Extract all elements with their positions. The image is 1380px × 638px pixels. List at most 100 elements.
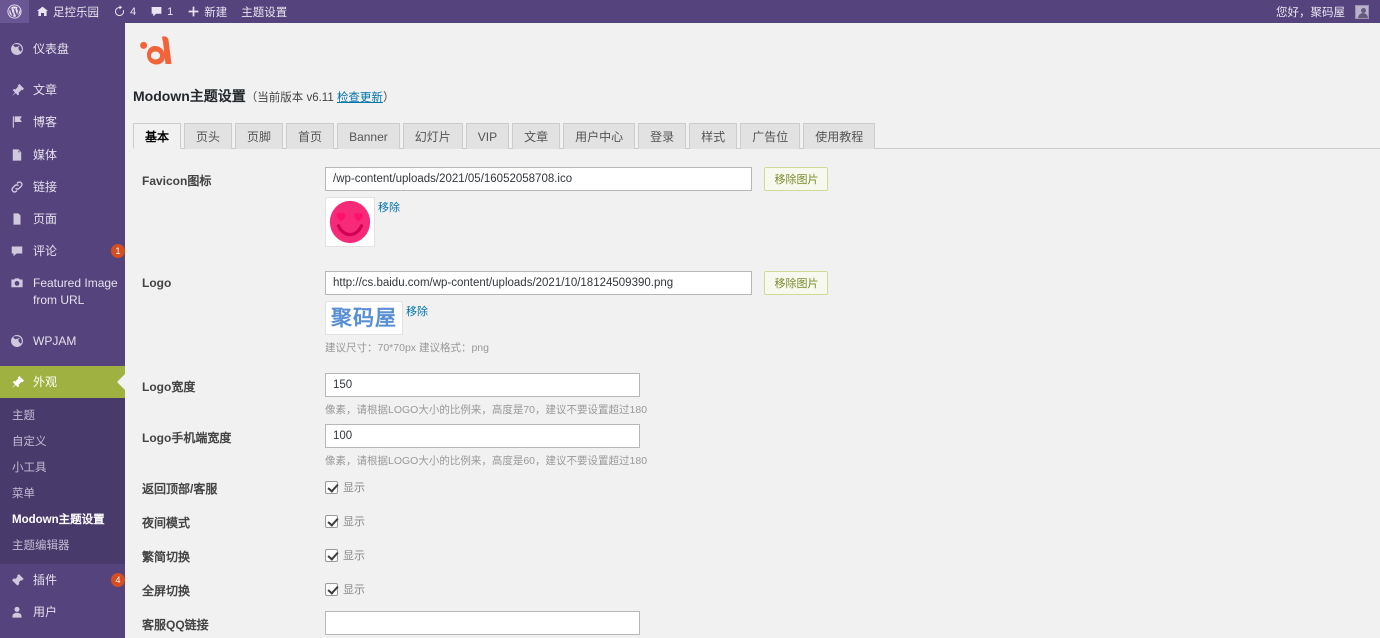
check-update-link[interactable]: 检查更新 — [337, 92, 383, 104]
tab-homepage[interactable]: 首页 — [286, 123, 335, 149]
sidebar-item-tools[interactable]: 工具 — [0, 628, 125, 638]
back-to-top-checkbox-label: 显示 — [343, 482, 365, 494]
tab-tutorial[interactable]: 使用教程 — [803, 123, 876, 149]
submenu-item-customize[interactable]: 自定义 — [0, 428, 125, 454]
plugin-icon — [9, 573, 25, 587]
wpjam-icon — [9, 334, 25, 348]
back-to-top-field: 显示 — [325, 475, 1380, 495]
tab-post[interactable]: 文章 — [512, 123, 561, 149]
plus-icon — [187, 5, 200, 18]
sidebar-item-label: 文章 — [33, 83, 58, 98]
logo-remove-image-button[interactable]: 移除图片 — [764, 271, 829, 295]
form-row-favicon: Favicon图标 移除图片 移除 — [125, 167, 1380, 271]
modown-brand-logo — [125, 23, 1380, 74]
back-to-top-checkbox[interactable] — [325, 480, 338, 494]
tab-login[interactable]: 登录 — [638, 123, 687, 149]
main-content: Modown主题设置（当前版本 v6.11 检查更新） 基本 页头 页脚 首页 … — [125, 23, 1380, 638]
night-mode-field: 显示 — [325, 509, 1380, 529]
my-account-menu[interactable]: 您好，聚码屋 — [1269, 0, 1376, 23]
tab-style[interactable]: 样式 — [689, 123, 738, 149]
logo-remove-link[interactable]: 移除 — [406, 303, 428, 319]
favicon-input[interactable] — [325, 167, 752, 191]
tab-footer[interactable]: 页脚 — [235, 123, 284, 149]
logo-field: 移除图片 聚码屋 移除 建议尺寸：70*70px 建议格式：png — [325, 271, 1380, 355]
sidebar-item-label: 页面 — [33, 211, 58, 226]
form-row-fullscreen-toggle: 全屏切换 显示 — [125, 577, 1380, 611]
page-icon — [9, 212, 25, 226]
tab-basic[interactable]: 基本 — [133, 123, 182, 149]
sidebar-item-blog[interactable]: 博客 — [0, 106, 125, 138]
logo-input[interactable] — [325, 271, 752, 295]
logo-preview-text: 聚码屋 — [331, 305, 397, 330]
sidebar-item-wpjam[interactable]: WPJAM — [0, 325, 125, 357]
form-row-back-to-top: 返回顶部/客服 显示 — [125, 475, 1380, 509]
logo-width-input[interactable] — [325, 373, 640, 397]
fullscreen-toggle-checkbox-row[interactable]: 显示 — [325, 577, 1380, 597]
comments-menu[interactable]: 1 — [143, 0, 180, 23]
favicon-preview — [325, 197, 375, 247]
night-mode-checkbox-row[interactable]: 显示 — [325, 509, 1380, 529]
sidebar-item-label: 媒体 — [33, 147, 58, 162]
logo-mobile-width-input[interactable] — [325, 424, 640, 448]
submenu-item-widgets[interactable]: 小工具 — [0, 454, 125, 480]
favicon-remove-image-button[interactable]: 移除图片 — [764, 167, 829, 191]
tab-banner[interactable]: Banner — [337, 123, 400, 149]
fullscreen-toggle-checkbox[interactable] — [325, 582, 338, 596]
camera-icon — [9, 276, 25, 290]
version-info: （当前版本 v6.11 检查更新） — [246, 92, 395, 104]
submenu-item-theme-editor[interactable]: 主题编辑器 — [0, 532, 125, 558]
favicon-label: Favicon图标 — [142, 174, 212, 188]
submenu-item-menus[interactable]: 菜单 — [0, 480, 125, 506]
greeting-label: 您好，聚码屋 — [1276, 6, 1345, 19]
traditional-simplified-checkbox-row[interactable]: 显示 — [325, 543, 1380, 563]
tab-slider[interactable]: 幻灯片 — [402, 123, 463, 149]
favicon-remove-link[interactable]: 移除 — [378, 199, 400, 215]
site-name-menu[interactable]: 足控乐园 — [29, 0, 106, 23]
night-mode-checkbox[interactable] — [325, 514, 338, 528]
flag-icon — [9, 115, 25, 129]
comment-bubble-icon — [150, 5, 163, 18]
link-icon — [9, 180, 25, 194]
theme-settings-menu[interactable]: 主题设置 — [234, 0, 294, 23]
submenu-item-modown-settings[interactable]: Modown主题设置 — [0, 506, 125, 532]
sidebar-item-label: 外观 — [33, 374, 58, 389]
tab-ad-slot[interactable]: 广告位 — [740, 123, 801, 149]
sidebar-item-users[interactable]: 用户 — [0, 596, 125, 628]
sidebar-item-label: 评论 — [33, 244, 58, 259]
back-to-top-checkbox-row[interactable]: 显示 — [325, 475, 1380, 495]
new-content-label: 新建 — [204, 6, 228, 19]
version-prefix: （当前版本 v6.11 — [245, 92, 337, 104]
submenu-item-themes[interactable]: 主题 — [0, 402, 125, 428]
sidebar-separator — [0, 357, 125, 366]
form-row-logo-mobile-width: Logo手机端宽度 像素，请根据LOGO大小的比例来，高度是60，建议不要设置超… — [125, 424, 1380, 475]
updates-menu[interactable]: 4 — [106, 0, 143, 23]
tab-header[interactable]: 页头 — [184, 123, 233, 149]
wordpress-logo-menu[interactable] — [0, 0, 29, 23]
fullscreen-toggle-label: 全屏切换 — [142, 584, 191, 598]
tab-user-center[interactable]: 用户中心 — [563, 123, 636, 149]
admin-bar-right: 您好，聚码屋 — [1269, 0, 1380, 23]
site-name-label: 足控乐园 — [53, 6, 99, 19]
sidebar-item-media[interactable]: 媒体 — [0, 139, 125, 171]
service-qq-link-input[interactable] — [325, 611, 640, 635]
tab-vip[interactable]: VIP — [465, 123, 510, 149]
traditional-simplified-field: 显示 — [325, 543, 1380, 563]
theme-settings-label: 主题设置 — [241, 6, 288, 19]
sidebar-separator — [0, 65, 125, 74]
sidebar-item-plugins[interactable]: 插件 4 — [0, 564, 125, 596]
sidebar-item-pages[interactable]: 页面 — [0, 203, 125, 235]
traditional-simplified-checkbox[interactable] — [325, 548, 338, 562]
version-suffix: ） — [382, 92, 395, 104]
favicon-preview-wrap: 移除 — [325, 197, 1380, 247]
new-content-menu[interactable]: 新建 — [180, 0, 234, 23]
sidebar-item-dashboard[interactable]: 仪表盘 — [0, 33, 125, 65]
sidebar-item-featured-image-from-url[interactable]: Featured Image from URL — [0, 267, 125, 315]
sidebar-item-comments[interactable]: 评论 1 — [0, 235, 125, 267]
logo-help-text: 建议尺寸：70*70px 建议格式：png — [325, 342, 489, 355]
sidebar-item-label: 博客 — [33, 115, 58, 130]
sidebar-item-links[interactable]: 链接 — [0, 171, 125, 203]
sidebar-item-posts[interactable]: 文章 — [0, 74, 125, 106]
admin-bar: 足控乐园 4 1 新建 主题设置 您好，聚码屋 — [0, 0, 1380, 23]
smiley-favicon-icon — [329, 200, 371, 244]
sidebar-item-appearance[interactable]: 外观 — [0, 365, 125, 399]
